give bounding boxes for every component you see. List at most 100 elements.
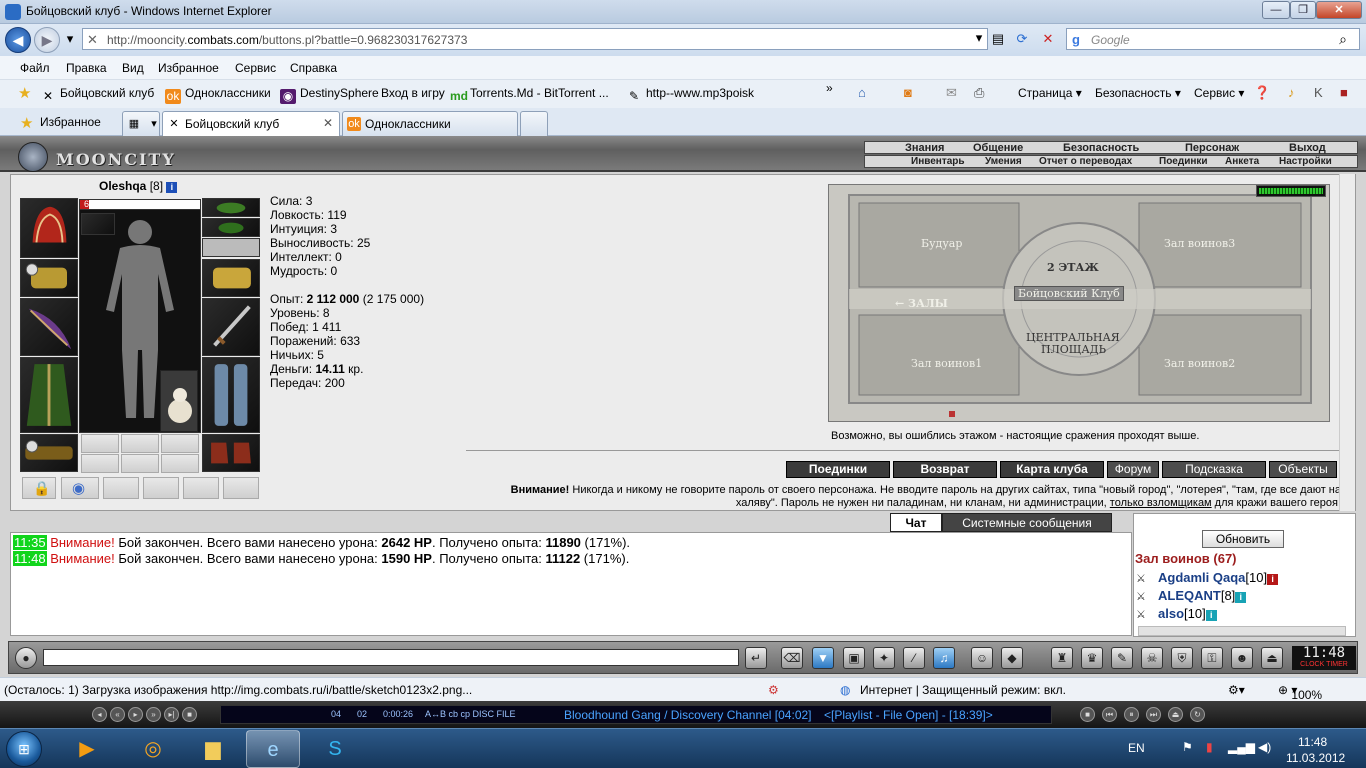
tab-combats[interactable]: ✕ Бойцовский клуб ✕ bbox=[162, 111, 340, 136]
filter-icon[interactable]: ▼ bbox=[812, 647, 834, 669]
zoom-level[interactable]: ⊕ 100% ▾ bbox=[1278, 683, 1322, 702]
home-icon[interactable]: ⌂ bbox=[858, 85, 866, 100]
fav-item-mp3poisk[interactable]: ✎ http--www.mp3poisk bbox=[626, 86, 754, 104]
compat-view-icon[interactable]: ▤ bbox=[988, 29, 1008, 49]
users-horizontal-scrollbar[interactable] bbox=[1138, 626, 1346, 636]
submenu-inventory[interactable]: Инвентарь bbox=[911, 156, 965, 167]
menu-view[interactable]: Вид bbox=[122, 61, 144, 75]
quest-icon[interactable]: ✎ bbox=[1111, 647, 1133, 669]
back-button[interactable]: ◀ bbox=[5, 27, 31, 53]
stop-icon[interactable]: ✕ bbox=[1038, 29, 1058, 49]
ie-app-icon[interactable]: e bbox=[246, 730, 300, 768]
empty-slot[interactable] bbox=[183, 477, 219, 499]
forward-button[interactable]: ▶ bbox=[34, 27, 60, 53]
info-icon[interactable]: i bbox=[1235, 592, 1247, 603]
submenu-profile[interactable]: Анкета bbox=[1225, 156, 1259, 167]
fav-item-odnoklassniki[interactable]: ok Одноклассники bbox=[165, 86, 271, 104]
address-field[interactable]: ✕ http://mooncity.combats.com/buttons.pl… bbox=[82, 28, 988, 50]
shield-icon[interactable]: ⛨ bbox=[1171, 647, 1193, 669]
menu-favorites[interactable]: Избранное bbox=[158, 61, 219, 75]
security-zone[interactable]: Интернет | Защищенный режим: вкл. bbox=[860, 683, 1066, 697]
language-indicator[interactable]: EN bbox=[1128, 741, 1145, 755]
armor-slot[interactable] bbox=[20, 357, 78, 433]
room-warriors3[interactable]: Зал воинов3 bbox=[1164, 237, 1235, 250]
amulet-slot[interactable] bbox=[202, 218, 260, 237]
favorites-more-button[interactable]: » bbox=[826, 81, 833, 95]
return-button[interactable]: Возврат bbox=[893, 461, 997, 478]
fav-item-combats[interactable]: ✕ Бойцовский клуб bbox=[40, 86, 154, 104]
menu-character[interactable]: Персонаж bbox=[1185, 142, 1239, 154]
menu-exit[interactable]: Выход bbox=[1289, 142, 1326, 154]
refresh-icon[interactable]: ⟳ bbox=[1012, 29, 1032, 49]
exit-icon[interactable]: ⏏ bbox=[1261, 647, 1283, 669]
battery-icon[interactable]: ▮ bbox=[1206, 740, 1213, 754]
submenu-skills[interactable]: Умения bbox=[985, 156, 1022, 167]
speed-icon[interactable]: ⁄ bbox=[903, 647, 925, 669]
maximize-button[interactable]: ❐ bbox=[1290, 1, 1316, 19]
player-stop-icon[interactable]: ■ bbox=[182, 707, 197, 722]
help-icon[interactable]: ❓ bbox=[1254, 85, 1270, 101]
online-user[interactable]: ⚔ Agdamli Qaqa[10] i bbox=[1136, 570, 1279, 585]
empty-slot[interactable] bbox=[161, 434, 199, 453]
fav-item-login[interactable]: Вход в игру bbox=[381, 86, 445, 100]
info-icon[interactable]: i bbox=[166, 182, 178, 193]
empty-slot[interactable] bbox=[161, 454, 199, 473]
chat-settings-button[interactable]: ● bbox=[15, 647, 37, 669]
ctl-next-icon[interactable]: ⏭ bbox=[1146, 707, 1161, 722]
online-user[interactable]: ⚔ also[10] i bbox=[1136, 606, 1217, 621]
player-rewind-icon[interactable]: « bbox=[110, 707, 125, 722]
skype-app-icon[interactable]: S bbox=[308, 730, 362, 768]
player-next-icon[interactable]: ▸| bbox=[164, 707, 179, 722]
info-icon[interactable]: i bbox=[1205, 610, 1217, 621]
research-icon[interactable]: K bbox=[1314, 85, 1323, 100]
empty-slot[interactable] bbox=[143, 477, 179, 499]
fav-item-torrents[interactable]: md Torrents.Md - BitTorrent ... bbox=[450, 86, 609, 104]
ctl-repeat-icon[interactable]: ↻ bbox=[1190, 707, 1205, 722]
favorites-center-icon[interactable]: ★ bbox=[20, 114, 33, 132]
player-play-icon[interactable]: ▸ bbox=[128, 707, 143, 722]
gloves-slot[interactable] bbox=[202, 259, 260, 297]
helmet-slot[interactable] bbox=[20, 198, 78, 258]
tab-chat[interactable]: Чат bbox=[890, 513, 942, 532]
clock-time[interactable]: 11:48 bbox=[1298, 735, 1327, 749]
room-warriors1[interactable]: Зал воинов1 bbox=[911, 357, 982, 370]
rings-slot[interactable] bbox=[202, 238, 260, 257]
menu-tools[interactable]: Сервис bbox=[235, 61, 276, 75]
search-icon[interactable]: ⌕ bbox=[1339, 31, 1347, 48]
player-forward-icon[interactable]: » bbox=[146, 707, 161, 722]
room-fight-club[interactable]: Бойцовский Клуб bbox=[1014, 286, 1124, 301]
address-dropdown-icon[interactable]: ▾ bbox=[969, 28, 989, 48]
empty-slot[interactable] bbox=[81, 454, 119, 473]
empty-slot[interactable] bbox=[103, 477, 139, 499]
pet-slot[interactable] bbox=[160, 370, 198, 432]
menu-security[interactable]: Безопасность bbox=[1063, 142, 1139, 154]
empty-slot[interactable] bbox=[121, 454, 159, 473]
room-boudoir[interactable]: Будуар bbox=[921, 237, 962, 250]
tab-odnoklassniki[interactable]: ok Одноклассники bbox=[342, 111, 518, 136]
tools-menu-button[interactable]: Сервис ▾ bbox=[1194, 86, 1244, 100]
empty-slot[interactable] bbox=[223, 477, 259, 499]
shield-slot[interactable] bbox=[202, 298, 260, 356]
new-tab-button[interactable] bbox=[520, 111, 548, 136]
menu-edit[interactable]: Правка bbox=[66, 61, 107, 75]
hint-button[interactable]: Подсказка bbox=[1162, 461, 1266, 478]
effect-slot[interactable] bbox=[81, 213, 115, 235]
addon-icon[interactable]: ■ bbox=[1340, 85, 1348, 100]
lock-slot[interactable]: 🔒 bbox=[22, 477, 56, 499]
earrings-slot[interactable] bbox=[202, 198, 260, 217]
helmet-icon[interactable]: ◆ bbox=[1001, 647, 1023, 669]
belt-slot[interactable] bbox=[20, 434, 78, 472]
menu-file[interactable]: Файл bbox=[20, 61, 50, 75]
volume-icon[interactable]: ◀) bbox=[1258, 740, 1271, 754]
menu-knowledge[interactable]: Знания bbox=[905, 142, 944, 154]
skull-icon[interactable]: ☠ bbox=[1141, 647, 1163, 669]
refresh-button[interactable]: Обновить bbox=[1202, 530, 1284, 548]
menu-communication[interactable]: Общение bbox=[973, 142, 1023, 154]
ctl-pause-icon[interactable]: ⏸ bbox=[1124, 707, 1139, 722]
hackers-link[interactable]: только взломщикам bbox=[1110, 497, 1212, 509]
legs-slot[interactable] bbox=[202, 357, 260, 433]
fav-item-destinysphere[interactable]: ◉ DestinySphere bbox=[280, 86, 379, 104]
character-name[interactable]: Oleshqa [8] i bbox=[99, 179, 178, 193]
club-map-button[interactable]: Карта клуба bbox=[1000, 461, 1104, 478]
clock-date[interactable]: 11.03.2012 bbox=[1286, 751, 1345, 765]
